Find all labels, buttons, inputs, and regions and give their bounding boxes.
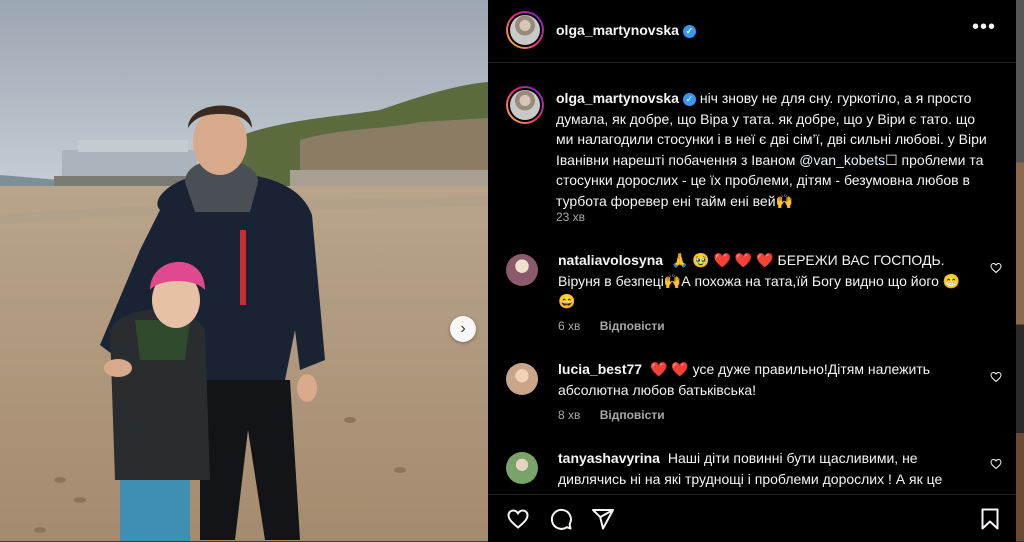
comment-meta: 8 хв Відповісти — [558, 408, 681, 422]
share-icon[interactable] — [591, 507, 615, 531]
comment-icon[interactable] — [549, 507, 573, 531]
author-avatar[interactable] — [506, 11, 544, 49]
verified-badge-icon: ✓ — [682, 25, 696, 38]
verified-badge-icon: ✓ — [682, 93, 696, 106]
comment-username[interactable]: nataliavolosyna — [558, 252, 663, 268]
reply-button[interactable]: Відповісти — [600, 319, 665, 333]
background-page-edge — [1016, 0, 1024, 541]
caption-avatar[interactable] — [506, 86, 544, 124]
bookmark-icon[interactable] — [978, 507, 1002, 531]
comment-like-heart-icon[interactable] — [990, 371, 1002, 383]
post-header: olga_martynovska ✓ ••• — [488, 0, 1016, 63]
comment-like-heart-icon[interactable] — [990, 458, 1002, 470]
beach-photo — [0, 0, 488, 541]
reply-button[interactable]: Відповісти — [600, 408, 665, 422]
heart-icon[interactable] — [506, 507, 530, 531]
more-options-icon[interactable]: ••• — [972, 16, 996, 39]
caption-username[interactable]: olga_martynovska — [556, 90, 679, 106]
author-username[interactable]: olga_martynovska ✓ — [556, 22, 696, 38]
comment-username[interactable]: tanyashavyrina — [558, 450, 660, 466]
comment-like-heart-icon[interactable] — [990, 262, 1002, 274]
post-caption: olga_martynovska ✓ ніч знову не для сну. … — [556, 88, 996, 211]
comment-body: nataliavolosyna 🙏 🥹 ❤️ ❤️ ❤️ БЕРЕЖИ ВАС … — [558, 250, 968, 312]
comment-time: 6 хв — [558, 319, 581, 333]
comment-username[interactable]: lucia_best77 — [558, 361, 642, 377]
chevron-right-icon: › — [460, 320, 466, 337]
next-photo-button[interactable]: › — [450, 316, 476, 342]
post-media[interactable]: › — [0, 0, 488, 541]
caption-mention[interactable]: @van_kobets — [799, 152, 885, 168]
comment-avatar[interactable] — [506, 254, 538, 286]
comment-body: tanyashavyrina Наші діти повинні бути ща… — [558, 448, 968, 489]
post-action-bar — [488, 494, 1016, 542]
comment-body: lucia_best77 ❤️ ❤️ усе дуже правильно!Ді… — [558, 359, 968, 400]
comment-avatar[interactable] — [506, 363, 538, 395]
comment-avatar[interactable] — [506, 452, 538, 484]
post-detail-panel: olga_martynovska ✓ ••• olga_martynovska ✓ … — [488, 0, 1016, 542]
comment-meta: 6 хв Відповісти — [558, 319, 681, 333]
caption-timestamp: 23 хв — [556, 210, 586, 224]
comment-time: 8 хв — [558, 408, 581, 422]
